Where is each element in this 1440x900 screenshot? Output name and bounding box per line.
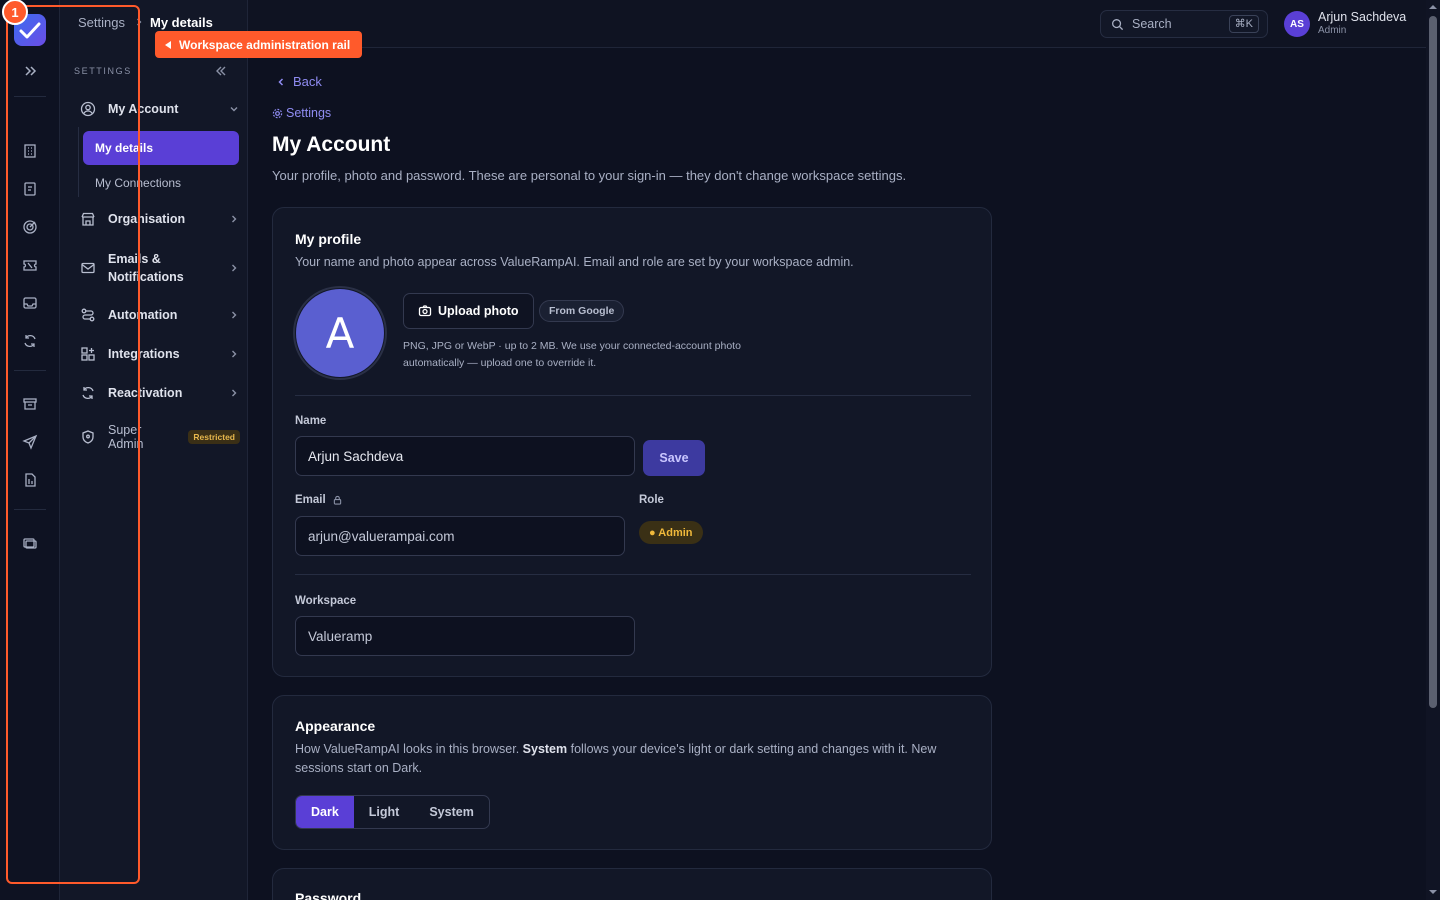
- workspace-field: Valueramp: [295, 616, 635, 656]
- profile-description: Your name and photo appear across ValueR…: [295, 255, 854, 269]
- name-field[interactable]: Arjun Sachdeva: [295, 436, 635, 476]
- annotation-label: Workspace administration rail: [155, 31, 363, 58]
- chevron-right-icon: [232, 264, 237, 272]
- appearance-title: Appearance: [295, 718, 376, 734]
- chevron-right-icon: [232, 389, 237, 397]
- chevron-right-icon: [232, 311, 237, 319]
- annotation-highlight-box: 1: [2, 0, 140, 884]
- appearance-description: How ValueRampAI looks in this browser. S…: [295, 740, 975, 778]
- theme-selector: Dark Light System: [295, 795, 490, 829]
- upload-photo-label: Upload photo: [438, 304, 519, 318]
- search-input[interactable]: Search ⌘K: [1100, 10, 1268, 38]
- search-icon: [1112, 18, 1124, 30]
- collapse-sidebar-icon[interactable]: [214, 64, 230, 80]
- chevron-right-icon: [232, 350, 237, 358]
- page-title: My Account: [272, 133, 391, 156]
- page-scrollbar[interactable]: [1426, 0, 1440, 900]
- email-label-text: Email: [295, 494, 326, 506]
- appearance-desc-a: How ValueRampAI looks in this browser.: [295, 742, 523, 756]
- profile-card: My profile Your name and photo appear ac…: [272, 207, 992, 677]
- profile-title: My profile: [295, 231, 362, 247]
- from-google-button[interactable]: From Google: [539, 300, 625, 322]
- password-card: Password: [272, 868, 992, 900]
- divider: [295, 574, 971, 575]
- search-shortcut: ⌘K: [1228, 15, 1259, 33]
- email-field: arjun@valuerampai.com: [295, 516, 625, 556]
- arrow-left-icon: [165, 40, 171, 49]
- back-label: Back: [293, 74, 322, 89]
- settings-link-label: Settings: [286, 106, 332, 120]
- appearance-desc-b: System: [522, 742, 568, 756]
- restricted-badge: Restricted: [188, 430, 240, 444]
- lock-icon: [333, 495, 341, 505]
- back-link[interactable]: Back: [275, 74, 322, 89]
- scroll-up-icon[interactable]: [1429, 3, 1437, 11]
- breadcrumb-current: My details: [150, 15, 213, 30]
- gear-icon: [272, 108, 283, 118]
- camera-icon: [418, 305, 432, 317]
- user-name[interactable]: Arjun Sachdeva: [1318, 10, 1406, 24]
- divider: [295, 395, 971, 396]
- page-description: Your profile, photo and password. These …: [272, 168, 907, 183]
- save-button[interactable]: Save: [643, 440, 705, 476]
- password-title: Password: [295, 890, 362, 900]
- settings-link[interactable]: Settings: [272, 106, 331, 120]
- annotation-number: 1: [2, 0, 28, 25]
- chevron-down-icon: [230, 107, 238, 112]
- avatar[interactable]: AS: [1284, 11, 1310, 37]
- profile-avatar: A: [293, 286, 387, 380]
- upload-photo-button[interactable]: Upload photo: [403, 293, 534, 329]
- scrollbar-thumb[interactable]: [1429, 16, 1437, 708]
- chevron-right-icon: [232, 215, 237, 223]
- annotation-label-text: Workspace administration rail: [179, 37, 351, 52]
- search-placeholder: Search: [1132, 17, 1172, 31]
- theme-option-dark[interactable]: Dark: [296, 796, 354, 828]
- role-badge: ● Admin: [639, 521, 703, 544]
- scroll-down-icon[interactable]: [1429, 888, 1437, 896]
- name-label: Name: [295, 415, 327, 427]
- appearance-card: Appearance How ValueRampAI looks in this…: [272, 695, 992, 850]
- theme-option-system[interactable]: System: [414, 796, 488, 828]
- photo-hint: PNG, JPG or WebP · up to 2 MB. We use yo…: [403, 340, 741, 369]
- role-label: Role: [639, 494, 664, 506]
- email-label: Email: [295, 494, 342, 506]
- workspace-label: Workspace: [295, 595, 357, 607]
- theme-option-light[interactable]: Light: [354, 796, 415, 828]
- user-role: Admin: [1318, 25, 1347, 36]
- avatar-letter: A: [296, 289, 384, 377]
- chevron-left-icon: [278, 77, 284, 86]
